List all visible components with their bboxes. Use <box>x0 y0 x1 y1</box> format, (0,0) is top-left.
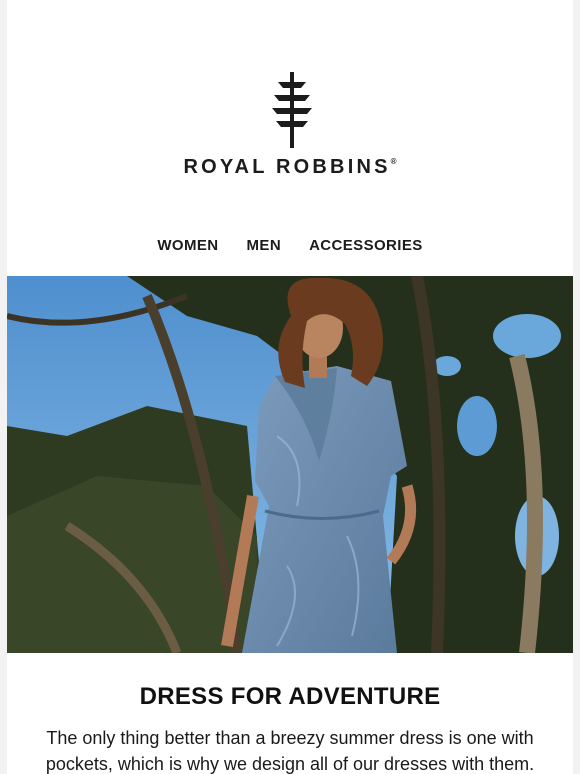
tree-logo-icon <box>272 72 312 148</box>
brand-logo[interactable]: ROYAL ROBBINS® <box>7 70 573 185</box>
main-nav: WOMEN MEN ACCESSORIES <box>7 237 573 254</box>
brand-wordmark: ROYAL ROBBINS® <box>7 156 573 179</box>
brand-name: ROYAL ROBBINS <box>183 156 391 178</box>
hero-image[interactable] <box>7 276 573 653</box>
body-copy: The only thing better than a breezy summ… <box>45 728 535 774</box>
nav-women-link[interactable]: WOMEN <box>157 237 218 254</box>
headline: DRESS FOR ADVENTURE <box>139 683 441 710</box>
registered-mark: ® <box>390 157 397 166</box>
email-container: ROYAL ROBBINS® WOMEN MEN ACCESSORIES DRE… <box>7 0 573 774</box>
nav-men-link[interactable]: MEN <box>247 237 282 254</box>
nav-accessories-link[interactable]: ACCESSORIES <box>309 237 423 254</box>
